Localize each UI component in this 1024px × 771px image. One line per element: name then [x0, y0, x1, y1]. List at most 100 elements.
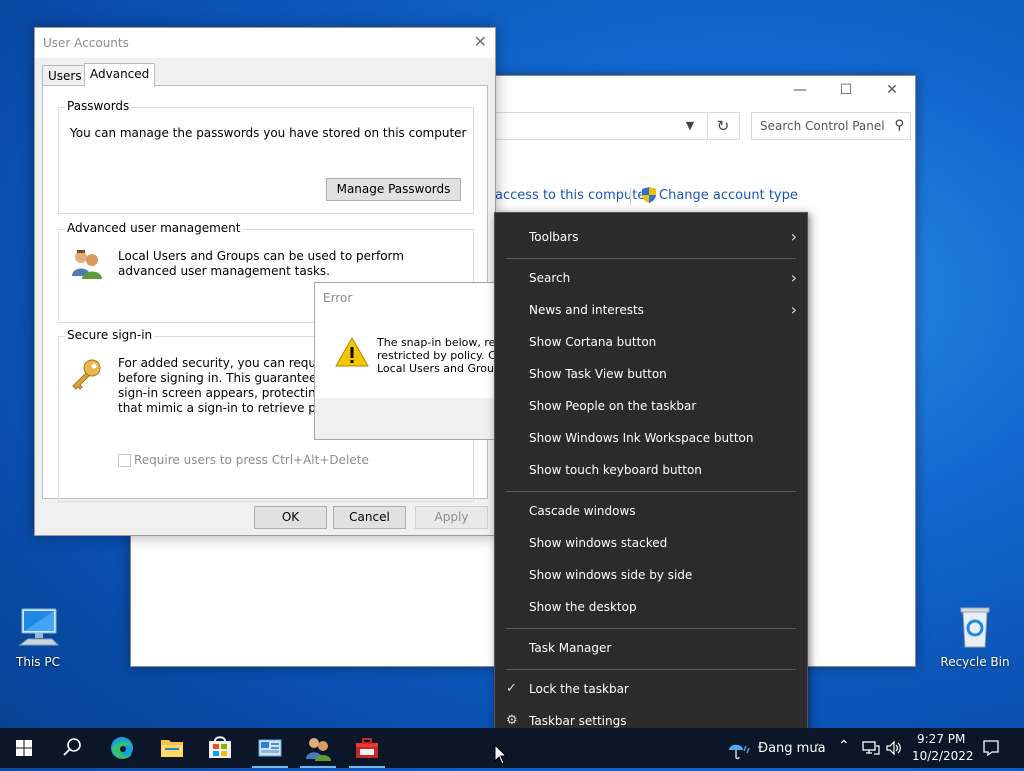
- manage-passwords-button[interactable]: Manage Passwords: [326, 178, 461, 201]
- link-divider: [630, 188, 631, 205]
- error-line-1: The snap-in below, ref: [377, 336, 496, 349]
- search-input[interactable]: Search Control Panel ⚲: [751, 112, 911, 140]
- menu-item-label: Toolbars: [529, 230, 579, 244]
- passwords-text: You can manage the passwords you have st…: [70, 126, 467, 140]
- network-icon[interactable]: [862, 740, 880, 759]
- warning-icon: [335, 336, 369, 370]
- taskbar-user-accounts-button[interactable]: [294, 728, 342, 768]
- cancel-button[interactable]: Cancel: [333, 506, 406, 529]
- menu-item-show-people[interactable]: Show People on the taskbar: [495, 391, 807, 421]
- menu-separator: [506, 258, 796, 259]
- refresh-icon[interactable]: ↻: [707, 112, 738, 140]
- ok-button[interactable]: OK: [254, 506, 327, 529]
- minimize-button[interactable]: —: [785, 82, 815, 100]
- dialog-title: User Accounts: [43, 36, 129, 50]
- require-ctrl-alt-del-label: Require users to press Ctrl+Alt+Delete: [134, 453, 369, 467]
- edge-browser-icon: [111, 737, 133, 759]
- menu-item-label: Show People on the taskbar: [529, 399, 697, 413]
- menu-item-show-windows-side-by-side[interactable]: Show windows side by side: [495, 560, 807, 590]
- taskbar-computer-management-button[interactable]: [343, 728, 391, 768]
- search-icon: ⚲: [894, 118, 904, 133]
- start-button[interactable]: [0, 728, 48, 768]
- menu-item-show-desktop[interactable]: Show the desktop: [495, 592, 807, 622]
- weather-status[interactable]: Đang mưa: [758, 741, 826, 756]
- error-line-3: Local Users and Group: [377, 362, 496, 375]
- menu-item-label: Show windows side by side: [529, 568, 693, 582]
- toolbox-icon: [356, 738, 378, 758]
- link-access-computer[interactable]: access to this computer: [495, 188, 651, 203]
- clock-date[interactable]: 10/2/2022: [912, 749, 974, 763]
- menu-item-task-manager[interactable]: Task Manager: [495, 633, 807, 663]
- require-ctrl-alt-del-checkbox[interactable]: [118, 454, 131, 467]
- menu-item-label: Show Cortana button: [529, 335, 657, 349]
- menu-item-show-cortana[interactable]: Show Cortana button: [495, 327, 807, 357]
- menu-separator: [506, 628, 796, 629]
- menu-item-lock-taskbar[interactable]: ✓ Lock the taskbar: [495, 674, 807, 704]
- error-dialog: Error The snap-in below, ref restricted …: [314, 282, 496, 440]
- group-title: Secure sign-in: [65, 328, 155, 342]
- menu-item-label: Lock the taskbar: [529, 682, 629, 696]
- maximize-button[interactable]: ☐: [831, 82, 861, 100]
- menu-item-show-ink-workspace[interactable]: Show Windows Ink Workspace button: [495, 423, 807, 453]
- menu-item-label: Cascade windows: [529, 504, 636, 518]
- group-title: Advanced user management: [65, 221, 243, 235]
- desktop-icon-label: Recycle Bin: [940, 655, 1010, 669]
- apply-button[interactable]: Apply: [415, 506, 488, 529]
- clock-time[interactable]: 9:27 PM: [917, 732, 965, 746]
- taskbar-store-button[interactable]: [196, 728, 244, 768]
- chevron-right-icon: ›: [790, 300, 797, 319]
- error-body: Error The snap-in below, ref restricted …: [315, 283, 495, 398]
- menu-separator: [506, 669, 796, 670]
- desktop-icon-this-pc[interactable]: This PC: [2, 603, 74, 669]
- tab-users[interactable]: Users: [42, 65, 88, 86]
- taskbar-context-menu: Toolbars › Search › News and interests ›…: [494, 212, 808, 747]
- rain-umbrella-icon[interactable]: [726, 740, 752, 763]
- search-placeholder: Search Control Panel: [760, 119, 885, 133]
- taskbar-control-panel-button[interactable]: [246, 728, 294, 768]
- taskbar-edge-button[interactable]: [98, 728, 146, 768]
- chevron-right-icon: ›: [790, 227, 797, 246]
- advanced-mgmt-text: Local Users and Groups can be used to pe…: [118, 249, 404, 278]
- tab-advanced[interactable]: Advanced: [84, 63, 156, 87]
- link-change-account-type[interactable]: Change account type: [659, 188, 798, 203]
- checkmark-icon: ✓: [506, 681, 517, 696]
- menu-item-label: Show Task View button: [529, 367, 667, 381]
- menu-item-cascade-windows[interactable]: Cascade windows: [495, 496, 807, 526]
- address-dropdown-icon[interactable]: ▼: [679, 112, 701, 140]
- group-title: Passwords: [65, 99, 132, 113]
- menu-item-show-touch-keyboard[interactable]: Show touch keyboard button: [495, 455, 807, 485]
- volume-icon[interactable]: [885, 740, 903, 759]
- folder-icon: [161, 740, 183, 757]
- dialog-titlebar: User Accounts ✕: [35, 28, 495, 58]
- close-icon[interactable]: ✕: [474, 32, 487, 51]
- search-icon: [63, 738, 81, 756]
- close-button[interactable]: ✕: [877, 82, 907, 100]
- menu-item-label: Search: [529, 271, 571, 285]
- show-hidden-icons-chevron-up-icon[interactable]: ⌃: [838, 738, 850, 754]
- taskbar-file-explorer-button[interactable]: [148, 728, 196, 768]
- menu-item-news-and-interests[interactable]: News and interests ›: [495, 295, 807, 325]
- key-icon: [70, 357, 104, 394]
- taskbar: Đang mưa ⌃ 9:27 PM 10/2/2022: [0, 728, 1024, 768]
- menu-separator: [506, 491, 796, 492]
- menu-item-label: Show touch keyboard button: [529, 463, 702, 477]
- menu-item-search[interactable]: Search ›: [495, 263, 807, 293]
- menu-item-show-task-view[interactable]: Show Task View button: [495, 359, 807, 389]
- windows-logo-icon: [16, 740, 32, 756]
- menu-item-label: Show the desktop: [529, 600, 637, 614]
- search-button[interactable]: [48, 728, 96, 768]
- computer-icon: [14, 603, 62, 651]
- store-icon: [209, 736, 231, 758]
- desktop-icon-recycle-bin[interactable]: Recycle Bin: [939, 603, 1011, 669]
- desktop-icon-label: This PC: [16, 655, 60, 669]
- secure-signin-line-4: that mimic a sign-in to retrieve passw: [118, 401, 346, 415]
- mouse-cursor-icon: [494, 743, 508, 769]
- menu-item-label: Show windows stacked: [529, 536, 668, 550]
- users-group-icon: [306, 738, 331, 761]
- action-center-notification-icon[interactable]: [982, 739, 1000, 760]
- error-line-2: restricted by policy. Co: [377, 349, 496, 362]
- menu-item-show-windows-stacked[interactable]: Show windows stacked: [495, 528, 807, 558]
- menu-item-toolbars[interactable]: Toolbars ›: [495, 222, 807, 252]
- uac-shield-icon: [641, 186, 657, 207]
- control-panel-icon: [258, 739, 282, 757]
